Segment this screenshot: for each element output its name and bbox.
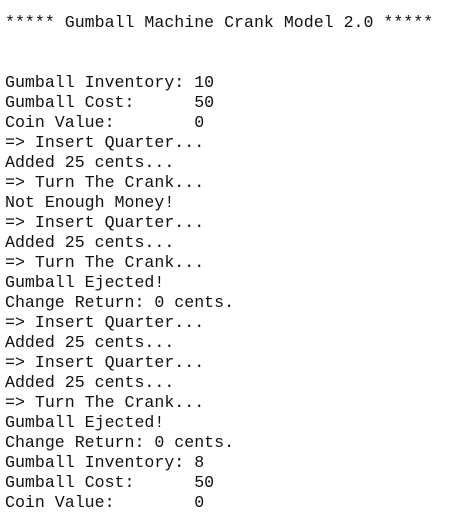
console-line-added-cents: Added 25 cents... xyxy=(5,153,175,172)
console-line-added-cents: Added 25 cents... xyxy=(5,333,175,352)
console-line-insert-quarter: => Insert Quarter... xyxy=(5,133,205,152)
console-line-insert-quarter: => Insert Quarter... xyxy=(5,213,205,232)
console-line-added-cents: Added 25 cents... xyxy=(5,373,175,392)
console-line-inventory: Gumball Inventory: 10 xyxy=(5,73,215,92)
console-line-cost: Gumball Cost: 50 xyxy=(5,473,215,492)
console-line-not-enough-money: Not Enough Money! xyxy=(5,193,175,212)
console-line-coin-value: Coin Value: 0 xyxy=(5,493,205,512)
console-line-title: ***** Gumball Machine Crank Model 2.0 **… xyxy=(5,13,434,32)
console-line-inventory: Gumball Inventory: 8 xyxy=(5,453,205,472)
console-line-insert-quarter: => Insert Quarter... xyxy=(5,313,205,332)
console-output: ***** Gumball Machine Crank Model 2.0 **… xyxy=(5,13,461,513)
console-line-added-cents: Added 25 cents... xyxy=(5,233,175,252)
console-line-turn-crank: => Turn The Crank... xyxy=(5,393,205,412)
console-line-cost: Gumball Cost: 50 xyxy=(5,93,215,112)
console-line-gumball-ejected: Gumball Ejected! xyxy=(5,273,165,292)
console-line-gumball-ejected: Gumball Ejected! xyxy=(5,413,165,432)
console-line-turn-crank: => Turn The Crank... xyxy=(5,173,205,192)
console-line-insert-quarter: => Insert Quarter... xyxy=(5,353,205,372)
console-line-coin-value: Coin Value: 0 xyxy=(5,113,205,132)
console-line-change-return: Change Return: 0 cents. xyxy=(5,433,235,452)
console-line-turn-crank: => Turn The Crank... xyxy=(5,253,205,272)
console-line-change-return: Change Return: 0 cents. xyxy=(5,293,235,312)
